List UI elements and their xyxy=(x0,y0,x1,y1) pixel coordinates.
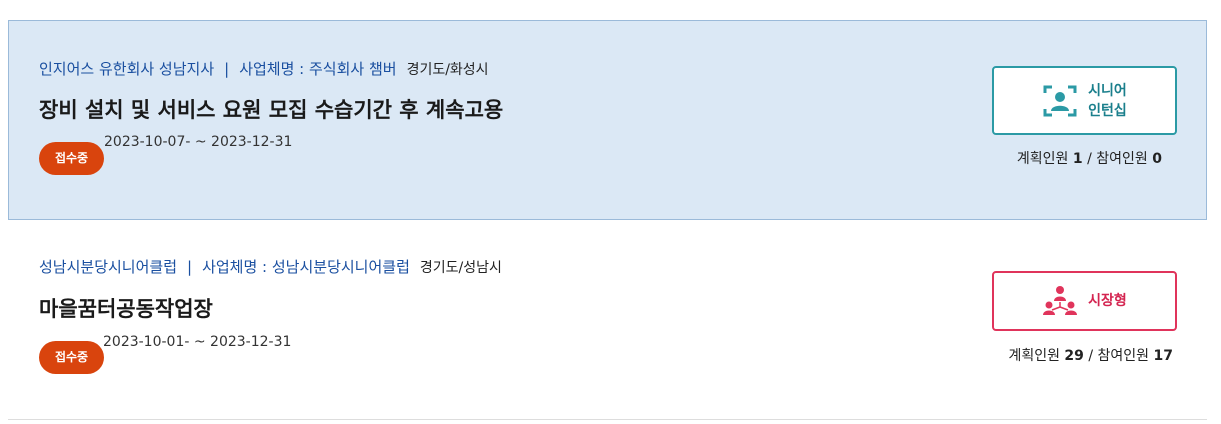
job-period: 2023-10-01- ~ 2023-12-31 xyxy=(103,334,292,350)
planned-label: 계획인원 xyxy=(1008,348,1060,364)
region-text: 경기도/화성시 xyxy=(406,62,489,78)
headcount-summary: 계획인원 1 / 참여인원 0 xyxy=(1017,149,1162,169)
planned-count: 1 xyxy=(1072,151,1083,167)
business-name[interactable]: 사업체명 : 주식회사 챔버 xyxy=(239,60,396,78)
meta-separator: | xyxy=(187,258,193,276)
job-type-label: 시니어 인턴십 xyxy=(1088,82,1127,119)
org-name-link[interactable]: 인지어스 유한회사 성남지사 xyxy=(39,60,214,78)
planned-count: 29 xyxy=(1064,348,1084,364)
senior-intern-icon xyxy=(1043,85,1077,116)
count-separator: / xyxy=(1088,348,1094,364)
job-type-label: 시장형 xyxy=(1088,293,1127,309)
job-title-link[interactable]: 장비 설치 및 서비스 요원 모집 수습기간 후 계속고용 xyxy=(39,95,503,125)
status-badge: 접수중 xyxy=(39,341,104,374)
org-name-link[interactable]: 성남시분당시니어클럽 xyxy=(39,258,177,276)
job-meta: 인지어스 유한회사 성남지사 | 사업체명 : 주식회사 챔버 경기도/화성시 xyxy=(39,58,489,81)
job-type-button[interactable]: 시장형 xyxy=(992,271,1177,331)
joined-label: 참여인원 xyxy=(1096,151,1148,167)
joined-count: 0 xyxy=(1152,151,1162,167)
job-title-link[interactable]: 마을꿈터공동작업장 xyxy=(39,294,213,324)
job-meta: 성남시분당시니어클럽 | 사업체명 : 성남시분당시니어클럽 경기도/성남시 xyxy=(39,256,502,279)
joined-count: 17 xyxy=(1153,348,1173,364)
count-separator: / xyxy=(1087,151,1092,167)
planned-label: 계획인원 xyxy=(1016,151,1069,167)
job-list: 인지어스 유한회사 성남지사 | 사업체명 : 주식회사 챔버 경기도/화성시 장비 … xyxy=(8,20,1207,420)
market-type-icon xyxy=(1043,286,1078,315)
meta-separator: | xyxy=(224,60,230,78)
job-type-button[interactable]: 시니어 인턴십 xyxy=(992,66,1177,135)
job-period: 2023-10-07- ~ 2023-12-31 xyxy=(104,134,293,150)
region-text: 경기도/성남시 xyxy=(419,260,502,276)
job-card[interactable]: 성남시분당시니어클럽 | 사업체명 : 성남시분당시니어클럽 경기도/성남시 마을꿈터… xyxy=(8,220,1207,420)
business-name[interactable]: 사업체명 : 성남시분당시니어클럽 xyxy=(202,258,410,276)
job-card[interactable]: 인지어스 유한회사 성남지사 | 사업체명 : 주식회사 챔버 경기도/화성시 장비 … xyxy=(8,20,1207,220)
joined-label: 참여인원 xyxy=(1097,348,1150,364)
headcount-summary: 계획인원 29 / 참여인원 17 xyxy=(1008,346,1173,366)
status-badge: 접수중 xyxy=(39,142,104,175)
